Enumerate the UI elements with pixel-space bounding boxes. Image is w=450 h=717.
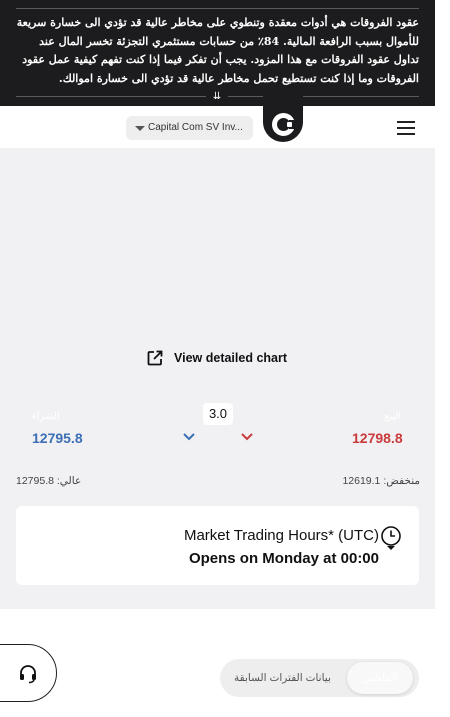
sell-chevron-down-icon — [241, 433, 253, 441]
risk-warning-text: عقود الفروقات هي أدوات معقدة وتنطوي على … — [16, 16, 419, 85]
external-link-icon — [147, 350, 163, 366]
buy-chevron-down-icon — [183, 433, 195, 441]
support-button[interactable] — [0, 644, 57, 702]
trading-hours-status: Opens on Monday at 00:00 — [188, 550, 379, 567]
day-high: عالي: 12795.8 — [16, 475, 82, 487]
capital-com-logo[interactable] — [263, 92, 303, 142]
app-page: عقود الفروقات هي أدوات معقدة وتنطوي على … — [0, 0, 450, 717]
instrument-panel: View detailed chart البيع الشراء 12798.8… — [0, 148, 435, 609]
view-detailed-chart-link[interactable]: View detailed chart — [146, 349, 287, 367]
risk-warning-banner: عقود الفروقات هي أدوات معقدة وتنطوي على … — [0, 0, 435, 108]
spread-value: 3.0 — [203, 403, 233, 425]
tab-summary[interactable]: الملخص — [347, 662, 413, 694]
clock-icon — [381, 526, 401, 550]
trading-hours-title: Market Trading Hours* (UTC) — [183, 527, 379, 544]
overview-tabs: بيانات الفترات السابقة الملخص — [220, 659, 419, 697]
top-header: Capital Com SV Inv... — [0, 106, 435, 148]
headset-icon — [20, 665, 36, 684]
sell-label: البيع — [384, 411, 402, 422]
buy-label: الشراء — [32, 411, 60, 422]
view-detailed-chart-label: View detailed chart — [174, 351, 288, 365]
caret-down-icon — [135, 126, 145, 131]
buy-price[interactable]: 12795.8 — [32, 430, 83, 446]
menu-icon[interactable] — [397, 120, 417, 136]
expand-banner-icon[interactable]: ⇊ — [206, 86, 228, 108]
entity-selector-label: Capital Com SV Inv... — [148, 122, 243, 133]
trading-hours-card: Market Trading Hours* (UTC) Opens on Mon… — [16, 506, 419, 585]
sell-price[interactable]: 12798.8 — [352, 430, 403, 446]
tab-previous-periods[interactable]: بيانات الفترات السابقة — [234, 659, 331, 697]
entity-selector[interactable]: Capital Com SV Inv... — [126, 116, 253, 140]
banner-divider-top — [16, 8, 419, 9]
day-low: منخفض: 12619.1 — [342, 475, 420, 487]
